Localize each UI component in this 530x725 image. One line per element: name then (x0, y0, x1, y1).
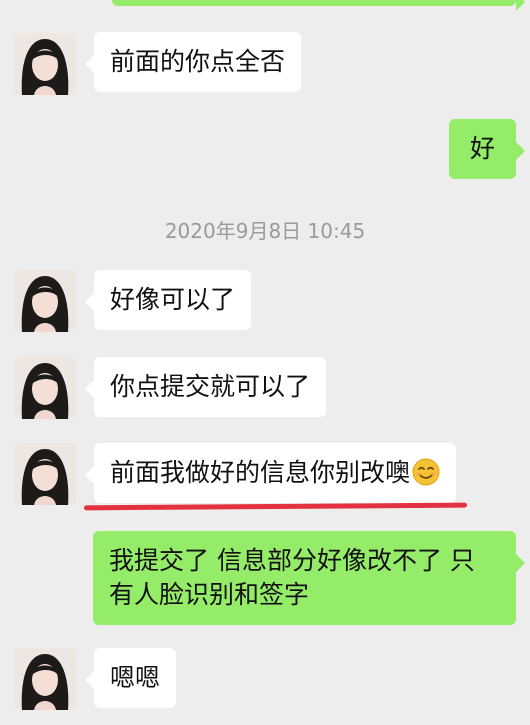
message-text: 前面的你点全否 (110, 47, 286, 76)
message-bubble[interactable]: 前面的你点全否 (84, 32, 302, 92)
message-text: 前面我做好的信息你别改噢 (110, 458, 411, 487)
message-bubble[interactable]: 你点提交就可以了 (84, 357, 327, 417)
message-bubble[interactable]: 我提交了 信息部分好像改不了 只 有人脸识别和签字 (93, 531, 525, 625)
smiling-face-emoji-icon (412, 458, 440, 486)
avatar-photo-icon (14, 443, 76, 505)
contact-avatar[interactable] (14, 648, 76, 710)
avatar-photo-icon (14, 357, 76, 419)
avatar-photo-icon (14, 270, 76, 332)
message-bubble[interactable]: 前面我做好的信息你别改噢 (84, 443, 457, 503)
message-text: 好像可以了 (110, 285, 236, 314)
message-text-line-2: 有人脸识别和签字 (109, 580, 310, 609)
avatar-photo-icon (14, 33, 76, 95)
message-text: 好 (469, 134, 495, 163)
red-highlight-underline (83, 502, 468, 511)
avatar-photo-icon (14, 648, 76, 710)
chat-window: 前面的你点全否 好 2020年9月8日 10:45 好像可以了 你点提交就可以了 (0, 0, 530, 725)
message-bubble[interactable]: 好像可以了 (84, 270, 252, 330)
contact-avatar[interactable] (14, 270, 76, 332)
message-text: 嗯嗯 (110, 663, 161, 692)
contact-avatar[interactable] (14, 33, 76, 95)
timestamp: 2020年9月8日 10:45 (164, 219, 366, 243)
contact-avatar[interactable] (14, 357, 76, 419)
message-bubble[interactable]: 好 (449, 119, 525, 179)
message-text-line-1: 我提交了 信息部分好像改不了 只 (109, 546, 475, 575)
message-bubble-partial[interactable] (112, 0, 525, 11)
message-text: 你点提交就可以了 (110, 372, 311, 401)
message-bubble[interactable]: 嗯嗯 (84, 648, 177, 708)
contact-avatar[interactable] (14, 443, 76, 505)
